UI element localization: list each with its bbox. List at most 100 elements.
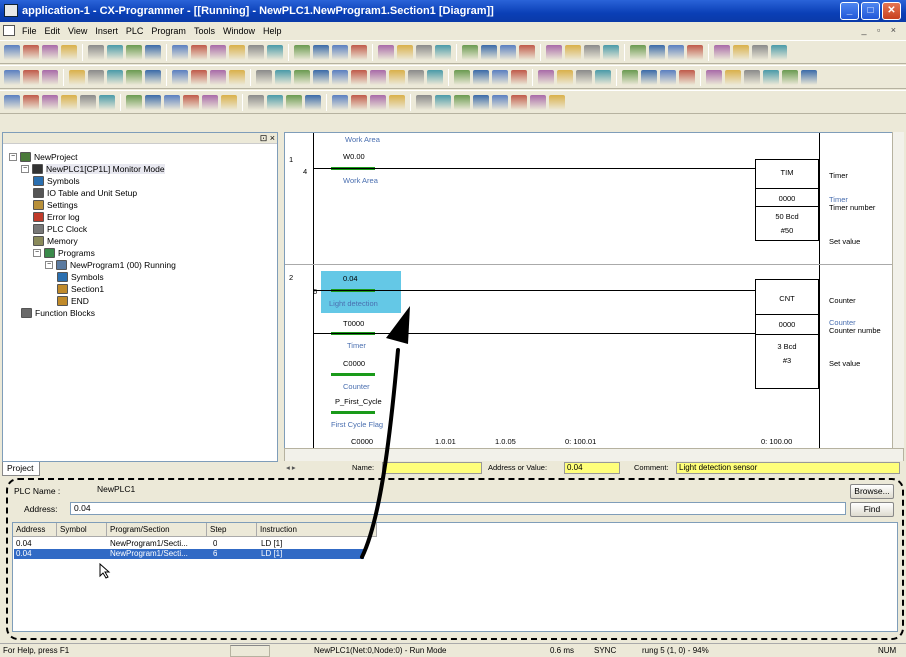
toolbar-button-icon[interactable] <box>313 70 329 85</box>
toolbar-button-icon[interactable] <box>256 70 272 85</box>
toolbar-button-icon[interactable] <box>771 45 787 60</box>
toolbar-button-icon[interactable] <box>630 45 646 60</box>
project-tab[interactable]: Project <box>2 462 40 476</box>
row0-program[interactable]: NewProgram1/Secti... <box>110 539 202 549</box>
tree-item[interactable]: − Programs <box>33 247 95 259</box>
counter-block[interactable]: CNT 0000 3 Bcd #3 <box>755 279 819 389</box>
toolbar-button-icon[interactable] <box>267 95 283 110</box>
toolbar-button-icon[interactable] <box>782 70 798 85</box>
collapse-icon[interactable]: − <box>21 165 29 173</box>
toolbar-button-icon[interactable] <box>286 95 302 110</box>
minimize-button[interactable]: _ <box>840 2 859 20</box>
toolbar-button-icon[interactable] <box>351 45 367 60</box>
toolbar-button-icon[interactable] <box>332 70 348 85</box>
toolbar-button-icon[interactable] <box>23 70 39 85</box>
toolbar-button-icon[interactable] <box>744 70 760 85</box>
toolbar-button-icon[interactable] <box>454 95 470 110</box>
toolbar-button-icon[interactable] <box>172 70 188 85</box>
toolbar-button-icon[interactable] <box>126 70 142 85</box>
toolbar-button-icon[interactable] <box>519 45 535 60</box>
ladder-diagram[interactable]: Work Area 1 4 W0.00 Work Area TIM 0000 5… <box>284 132 904 450</box>
rung2-contact4[interactable] <box>331 411 375 414</box>
toolbar-button-icon[interactable] <box>61 95 77 110</box>
toolbar-button-icon[interactable] <box>294 70 310 85</box>
toolbar-button-icon[interactable] <box>435 45 451 60</box>
toolbar-button-icon[interactable] <box>248 45 264 60</box>
row1-step[interactable]: 6 <box>213 549 217 559</box>
toolbar-button-icon[interactable] <box>511 70 527 85</box>
toolbar-button-icon[interactable] <box>622 70 638 85</box>
col-step[interactable]: Step <box>207 523 257 537</box>
toolbar-button-icon[interactable] <box>641 70 657 85</box>
toolbar-button-icon[interactable] <box>99 95 115 110</box>
menu-tools[interactable]: Tools <box>190 26 219 36</box>
row1-program[interactable]: NewProgram1/Secti... <box>110 549 202 559</box>
toolbar-button-icon[interactable] <box>221 95 237 110</box>
toolbar-button-icon[interactable] <box>801 70 817 85</box>
toolbar-button-icon[interactable] <box>576 70 592 85</box>
toolbar-button-icon[interactable] <box>679 70 695 85</box>
collapse-icon[interactable]: − <box>45 261 53 269</box>
row1-address[interactable]: 0.04 <box>16 549 32 559</box>
tree-item[interactable]: IO Table and Unit Setup <box>33 187 137 199</box>
toolbar-button-icon[interactable] <box>733 45 749 60</box>
menu-file[interactable]: File <box>18 26 41 36</box>
toolbar-button-icon[interactable] <box>725 70 741 85</box>
menu-edit[interactable]: Edit <box>41 26 65 36</box>
rung2-contact3[interactable] <box>331 373 375 376</box>
toolbar-button-icon[interactable] <box>248 95 264 110</box>
toolbar-button-icon[interactable] <box>145 70 161 85</box>
info-nav-icons[interactable]: ◂ ▸ <box>286 463 296 472</box>
toolbar-button-icon[interactable] <box>294 45 310 60</box>
toolbar-button-icon[interactable] <box>42 70 58 85</box>
toolbar-button-icon[interactable] <box>481 45 497 60</box>
col-instruction[interactable]: Instruction <box>257 523 377 537</box>
toolbar-button-icon[interactable] <box>668 45 684 60</box>
tree-item[interactable]: PLC Clock <box>33 223 87 235</box>
toolbar-button-icon[interactable] <box>191 45 207 60</box>
toolbar-button-icon[interactable] <box>416 45 432 60</box>
name-value[interactable] <box>382 462 482 474</box>
toolbar-button-icon[interactable] <box>145 95 161 110</box>
toolbar-button-icon[interactable] <box>42 95 58 110</box>
toolbar-button-icon[interactable] <box>4 45 20 60</box>
workspace-close-icon[interactable]: ⊡ × <box>260 133 275 144</box>
toolbar-button-icon[interactable] <box>500 45 516 60</box>
toolbar-button-icon[interactable] <box>88 70 104 85</box>
ladder-horizontal-scrollbar[interactable] <box>284 448 904 462</box>
toolbar-button-icon[interactable] <box>473 95 489 110</box>
toolbar-button-icon[interactable] <box>229 45 245 60</box>
toolbar-button-icon[interactable] <box>397 45 413 60</box>
menu-insert[interactable]: Insert <box>91 26 122 36</box>
menu-help[interactable]: Help <box>259 26 286 36</box>
toolbar-button-icon[interactable] <box>332 95 348 110</box>
toolbar-button-icon[interactable] <box>557 70 573 85</box>
menu-plc[interactable]: PLC <box>122 26 148 36</box>
tree-item[interactable]: Error log <box>33 211 80 223</box>
toolbar-button-icon[interactable] <box>389 70 405 85</box>
tree-item[interactable]: END <box>57 295 89 307</box>
toolbar-button-icon[interactable] <box>351 70 367 85</box>
address-input[interactable]: 0.04 <box>70 502 846 515</box>
menu-view[interactable]: View <box>64 26 91 36</box>
toolbar-button-icon[interactable] <box>714 45 730 60</box>
tree-item[interactable]: − NewProgram1 (00) Running <box>45 259 176 271</box>
toolbar-button-icon[interactable] <box>378 45 394 60</box>
toolbar-button-icon[interactable] <box>549 95 565 110</box>
toolbar-button-icon[interactable] <box>275 70 291 85</box>
toolbar-button-icon[interactable] <box>603 45 619 60</box>
toolbar-button-icon[interactable] <box>370 95 386 110</box>
toolbar-button-icon[interactable] <box>530 95 546 110</box>
col-program[interactable]: Program/Section <box>107 523 207 537</box>
toolbar-button-icon[interactable] <box>660 70 676 85</box>
ladder-vertical-scrollbar[interactable] <box>892 132 904 450</box>
toolbar-button-icon[interactable] <box>210 45 226 60</box>
toolbar-button-icon[interactable] <box>88 45 104 60</box>
toolbar-button-icon[interactable] <box>416 95 432 110</box>
row0-step[interactable]: 0 <box>213 539 217 549</box>
toolbar-button-icon[interactable] <box>80 95 96 110</box>
toolbar-button-icon[interactable] <box>202 95 218 110</box>
toolbar-button-icon[interactable] <box>454 70 470 85</box>
toolbar-button-icon[interactable] <box>351 95 367 110</box>
toolbar-button-icon[interactable] <box>126 95 142 110</box>
